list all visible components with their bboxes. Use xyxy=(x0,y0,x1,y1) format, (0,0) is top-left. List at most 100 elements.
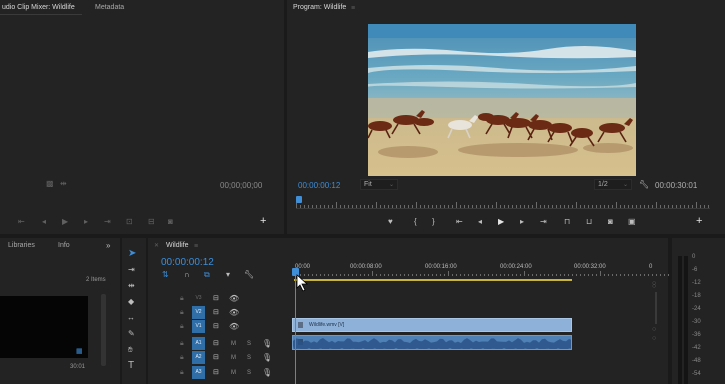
hamburger-icon[interactable]: ≡ xyxy=(351,5,355,13)
go-to-in-icon[interactable]: ⇤ xyxy=(456,218,463,226)
audio-clip[interactable] xyxy=(292,335,572,350)
track-target[interactable]: A3 xyxy=(192,366,205,379)
ripple-edit-icon[interactable]: ⇹ xyxy=(128,282,135,290)
step-back-icon[interactable]: ◂ xyxy=(42,218,46,226)
eye-icon[interactable]: 👁︎ xyxy=(229,295,239,303)
track-target[interactable]: A2 xyxy=(192,351,205,364)
timeline-tick xyxy=(492,274,493,276)
insert-icon[interactable]: ⊡ xyxy=(126,218,133,226)
sync-lock-icon[interactable]: ⊟ xyxy=(213,323,219,331)
camera-icon[interactable]: ◙ xyxy=(608,218,613,226)
scroll-mid-icon[interactable]: ○ xyxy=(652,326,656,334)
lock-icon[interactable]: 🔒︎ xyxy=(180,323,184,331)
scrub-tick xyxy=(484,205,485,208)
program-current-timecode[interactable]: 00:00:00:12 xyxy=(298,181,340,190)
mute-button[interactable]: M xyxy=(231,370,236,376)
track-scrollbar[interactable] xyxy=(655,292,657,324)
eye-icon[interactable]: 👁︎ xyxy=(229,323,239,331)
overwrite-icon[interactable]: ⊟ xyxy=(148,218,155,226)
track-select-icon[interactable]: ⇥ xyxy=(128,266,135,274)
project-scrollbar[interactable] xyxy=(101,294,106,366)
track-target[interactable]: V2 xyxy=(192,306,205,319)
step-back-icon[interactable]: ◂ xyxy=(478,218,482,226)
double-chevron-icon[interactable]: » xyxy=(106,242,110,250)
add-button-icon[interactable]: + xyxy=(696,216,702,227)
lock-icon[interactable]: 🔒︎ xyxy=(180,309,184,317)
timeline-tick xyxy=(440,274,441,276)
play-icon[interactable]: ▶ xyxy=(498,218,504,226)
hamburger-icon[interactable]: ≡ xyxy=(194,243,198,251)
play-icon[interactable]: ▶ xyxy=(62,218,68,226)
project-thumbnail[interactable]: ▦ xyxy=(0,296,88,358)
tab-audio-clip-mixer[interactable]: udio Clip Mixer: Wildlife xyxy=(2,4,75,11)
timeline-timecode[interactable]: 00:00:00:12 xyxy=(161,257,214,268)
timeline-ruler[interactable]: 00:00 00:00:08:00 00:00:16:00 00:00:24:0… xyxy=(292,262,669,287)
work-area-bar[interactable] xyxy=(294,279,572,281)
solo-button[interactable]: S xyxy=(247,341,251,347)
lock-icon[interactable]: 🔒︎ xyxy=(180,354,184,362)
video-clip[interactable]: Wildlife.wmv [V] xyxy=(292,318,572,332)
go-to-out-icon[interactable]: ⇥ xyxy=(104,218,111,226)
camera-icon[interactable]: ◙ xyxy=(168,218,173,226)
selection-tool-icon[interactable]: ➤ xyxy=(128,249,136,259)
source-transport: ⇤ ◂ ▶ ▸ ⇥ ⊡ ⊟ ◙ + xyxy=(18,216,268,228)
settings-icon[interactable]: ▩ xyxy=(46,180,54,188)
meter-scale-label: -30 xyxy=(692,319,701,325)
program-playhead[interactable] xyxy=(296,196,302,203)
linked-selection-icon[interactable]: ⧉ xyxy=(204,271,210,279)
track-target[interactable]: A1 xyxy=(192,337,205,350)
scrub-tick xyxy=(592,205,593,208)
tab-info[interactable]: Info xyxy=(58,242,70,249)
fit-dropdown[interactable]: Fit ⌄ xyxy=(360,179,398,190)
in-point-icon[interactable]: { xyxy=(414,218,417,226)
drag-icon[interactable]: ⇹ xyxy=(60,180,67,188)
mute-button[interactable]: M xyxy=(231,341,236,347)
lock-icon[interactable]: 🔒︎ xyxy=(180,295,184,303)
scroll-up-icon[interactable]: ○ xyxy=(652,283,656,291)
nest-icon[interactable]: ⇅ xyxy=(162,271,169,279)
eye-icon[interactable]: 👁︎ xyxy=(229,309,239,317)
timeline-tick xyxy=(412,274,413,276)
mute-button[interactable]: M xyxy=(231,355,236,361)
sync-lock-icon[interactable]: ⊟ xyxy=(213,369,219,377)
step-forward-icon[interactable]: ▸ xyxy=(520,218,524,226)
extract-icon[interactable]: ⊔ xyxy=(586,218,592,226)
close-icon[interactable]: ✕ xyxy=(154,242,159,250)
scroll-down-icon[interactable]: ○ xyxy=(652,335,656,343)
lift-icon[interactable]: ⊓ xyxy=(564,218,570,226)
tab-libraries[interactable]: Libraries xyxy=(8,242,35,249)
step-forward-icon[interactable]: ▸ xyxy=(84,218,88,226)
type-icon[interactable]: T xyxy=(128,361,134,371)
tab-metadata[interactable]: Metadata xyxy=(95,4,124,11)
wrench-icon[interactable]: 🔧︎ xyxy=(639,181,649,189)
go-to-out-icon[interactable]: ⇥ xyxy=(540,218,547,226)
program-video-frame xyxy=(368,24,636,176)
sync-lock-icon[interactable]: ⊟ xyxy=(213,309,219,317)
resolution-dropdown[interactable]: 1/2 ⌄ xyxy=(594,179,632,190)
microphone-icon[interactable]: 🎙︎ xyxy=(262,340,272,348)
microphone-icon[interactable]: 🎙︎ xyxy=(262,354,272,362)
pen-icon[interactable]: ✎ xyxy=(128,330,135,338)
lock-icon[interactable]: 🔒︎ xyxy=(180,369,184,377)
razor-icon[interactable]: ◆ xyxy=(128,298,134,306)
out-point-icon[interactable]: } xyxy=(432,218,435,226)
sync-lock-icon[interactable]: ⊟ xyxy=(213,340,219,348)
button-editor-icon[interactable]: ▣ xyxy=(628,218,636,226)
snap-icon[interactable]: ∩ xyxy=(184,271,190,279)
program-scrub-bar[interactable] xyxy=(296,196,710,210)
hand-icon[interactable]: ✋︎ xyxy=(128,346,133,354)
solo-button[interactable]: S xyxy=(247,370,251,376)
sync-lock-icon[interactable]: ⊟ xyxy=(213,295,219,303)
track-target[interactable]: V3 xyxy=(192,292,205,305)
add-marker-icon[interactable]: ▾ xyxy=(226,271,230,279)
microphone-icon[interactable]: 🎙︎ xyxy=(262,369,272,377)
slip-icon[interactable]: ↔ xyxy=(127,314,135,322)
go-to-in-icon[interactable]: ⇤ xyxy=(18,218,25,226)
solo-button[interactable]: S xyxy=(247,355,251,361)
marker-icon[interactable]: ♥ xyxy=(388,218,393,226)
sync-lock-icon[interactable]: ⊟ xyxy=(213,354,219,362)
lock-icon[interactable]: 🔒︎ xyxy=(180,340,184,348)
add-button-icon[interactable]: + xyxy=(260,216,266,227)
track-target[interactable]: V1 xyxy=(192,320,205,333)
wrench-icon[interactable]: 🔧︎ xyxy=(244,271,254,279)
